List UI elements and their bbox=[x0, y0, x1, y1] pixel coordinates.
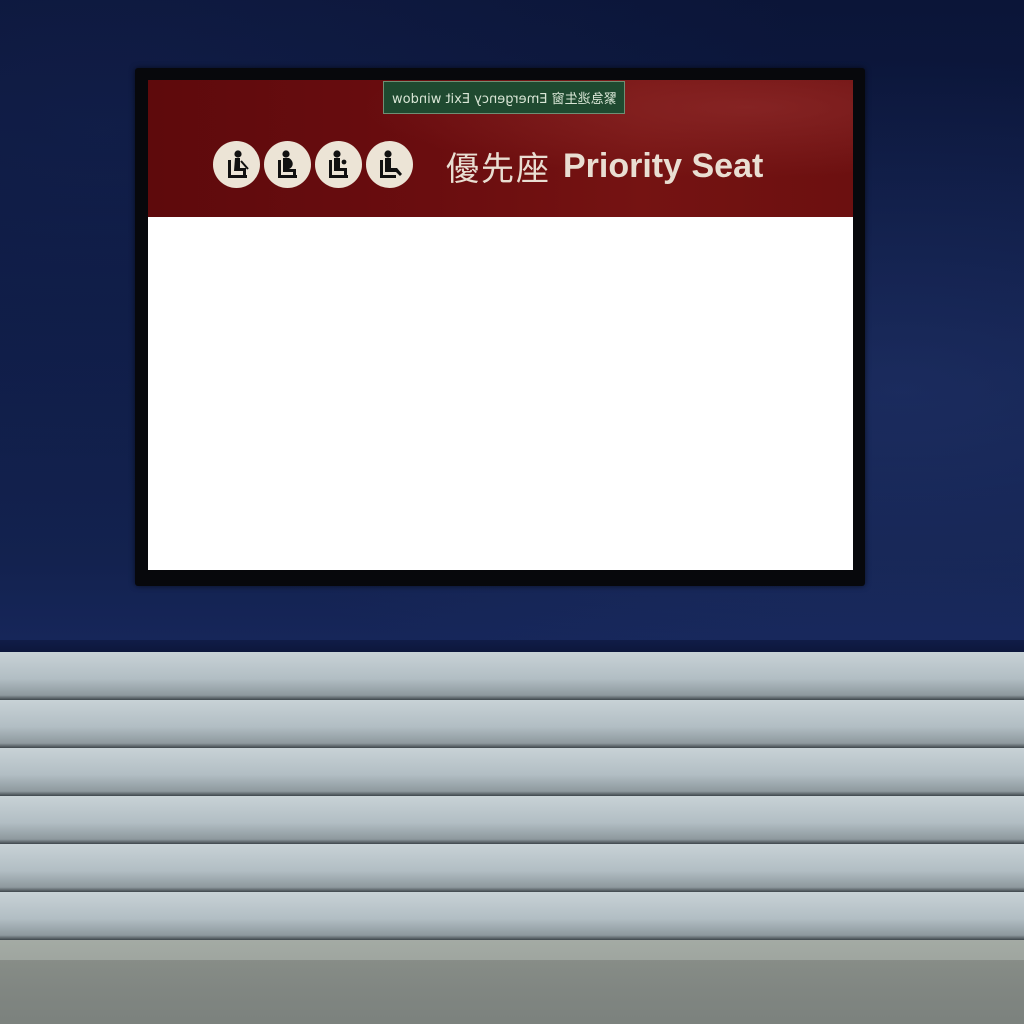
bench-slat bbox=[0, 892, 1024, 940]
bench-slat bbox=[0, 652, 1024, 700]
bench-slat bbox=[0, 796, 1024, 844]
person-with-child-icon bbox=[315, 141, 362, 188]
emergency-exit-text: 緊急逃生窗 Emergency Exit window bbox=[391, 92, 617, 107]
bench-slat bbox=[0, 700, 1024, 748]
emergency-exit-label: 緊急逃生窗 Emergency Exit window bbox=[383, 81, 625, 114]
train-interior-scene: 緊急逃生窗 Emergency Exit window 優先座 Priority… bbox=[0, 0, 1024, 1024]
priority-seat-title-zh: 優先座 bbox=[446, 149, 551, 188]
bench-slat bbox=[0, 844, 1024, 892]
pregnant-woman-icon bbox=[264, 141, 311, 188]
priority-icons bbox=[213, 141, 418, 189]
elderly-person-icon bbox=[213, 141, 260, 188]
injured-person-icon bbox=[366, 141, 413, 188]
bench-slat bbox=[0, 748, 1024, 796]
priority-seat-title-en: Priority Seat bbox=[563, 146, 764, 185]
bench-base bbox=[0, 960, 1024, 1024]
priority-seat-title: 優先座 Priority Seat bbox=[446, 140, 763, 192]
